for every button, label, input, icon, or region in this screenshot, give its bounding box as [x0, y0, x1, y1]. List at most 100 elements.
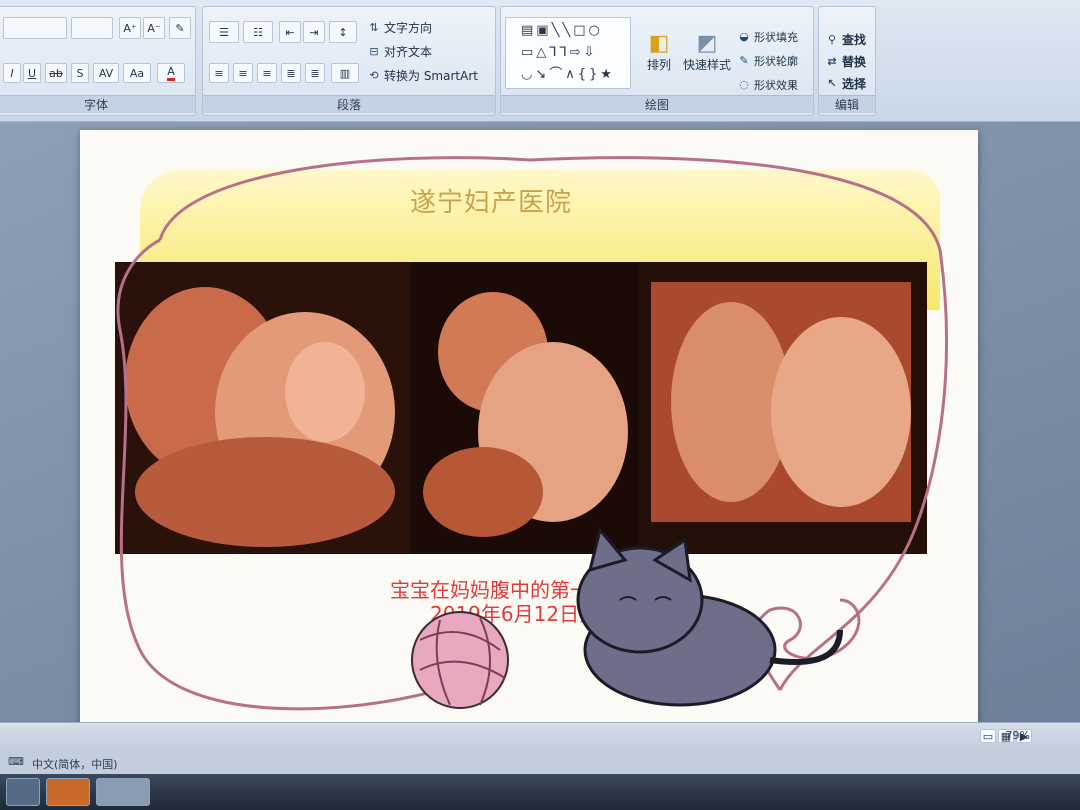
- increase-indent-button[interactable]: ⇥: [303, 21, 325, 43]
- slide-canvas[interactable]: 遂宁妇产医院 宝宝在妈妈腹中的第一张照片 2019年6月12日星期三: [80, 130, 978, 728]
- language-label: 中文(简体，中国): [32, 758, 118, 771]
- text-direction-button[interactable]: ⇅ 文字方向: [367, 19, 432, 36]
- shape-fill-label: 形状填充: [754, 31, 798, 44]
- ime-icon: ⌨: [8, 755, 24, 768]
- bullets-button[interactable]: ☰: [209, 21, 239, 43]
- taskbar-app-2[interactable]: [46, 778, 90, 806]
- ultrasound-image-3[interactable]: [641, 262, 927, 554]
- quick-styles-label: 快速样式: [682, 58, 731, 72]
- shape-effects-button[interactable]: ◌ 形状效果: [737, 77, 798, 93]
- numbering-icon: ☷: [253, 25, 263, 39]
- strikethrough-button[interactable]: ab: [45, 63, 67, 83]
- numbering-button[interactable]: ☷: [243, 21, 273, 43]
- align-left-button[interactable]: ≡: [209, 63, 229, 83]
- normal-view-icon: ▭: [982, 729, 994, 743]
- distributed-button[interactable]: ≣: [305, 63, 325, 83]
- grow-font-icon: A⁺: [123, 21, 137, 35]
- shape-fill-button[interactable]: ◒ 形状填充: [737, 29, 798, 45]
- ultrasound-photo-strip[interactable]: [115, 262, 927, 554]
- pen-icon: ✎: [739, 54, 749, 67]
- increase-indent-icon: ⇥: [309, 25, 319, 39]
- caption-date[interactable]: 2019年6月12日星期三: [430, 598, 639, 627]
- align-right-icon: ≡: [262, 66, 272, 80]
- arrange-icon: ◧: [648, 31, 670, 56]
- editing-group-label: 编辑: [819, 95, 875, 113]
- normal-view-button[interactable]: ▭: [980, 729, 996, 743]
- paragraph-group: ☰ ☷ ⇤ ⇥ ↕ ≡ ≡ ≡ ≣ ≣ ▥ ⇅ 文字方向 ⊟ 对齐文本 ⟲ 转换为 S…: [202, 6, 496, 116]
- text-direction-label: 文字方向: [384, 21, 433, 35]
- strikethrough-icon: ab: [49, 66, 63, 80]
- distributed-icon: ≣: [310, 66, 320, 80]
- align-right-button[interactable]: ≡: [257, 63, 277, 83]
- binoculars-icon: ⚲: [827, 32, 837, 46]
- char-spacing-button[interactable]: AV: [93, 63, 119, 83]
- shape-outline-button[interactable]: ✎ 形状轮廓: [737, 53, 798, 69]
- char-spacing-icon: AV: [98, 66, 114, 80]
- paint-bucket-icon: ◒: [739, 30, 749, 43]
- align-center-icon: ≡: [238, 66, 248, 80]
- shapes-gallery-icons: ▤▣╲╲□○ ▭△⅂⅂⇨⇩ ◡↘⌒∧{}★: [521, 23, 615, 82]
- taskbar-app-1[interactable]: [6, 778, 40, 806]
- language-bar[interactable]: ⌨ 中文(简体，中国): [0, 752, 1080, 774]
- convert-smartart-button[interactable]: ⟲ 转换为 SmartArt: [367, 67, 478, 84]
- find-button[interactable]: ⚲ 查找: [825, 31, 866, 48]
- slide-title[interactable]: 遂宁妇产医院: [410, 182, 572, 219]
- justify-button[interactable]: ≣: [281, 63, 301, 83]
- shape-outline-label: 形状轮廓: [754, 55, 798, 68]
- drawing-group: ▤▣╲╲□○ ▭△⅂⅂⇨⇩ ◡↘⌒∧{}★ ◧ 排列 ◩ 快速样式 ◒ 形状填充 ✎ 形…: [500, 6, 814, 116]
- align-text-label: 对齐文本: [384, 45, 433, 59]
- italic-icon: I: [10, 66, 14, 80]
- columns-button[interactable]: ▥: [331, 63, 359, 83]
- select-button[interactable]: ↖ 选择: [825, 75, 866, 92]
- editing-group: ⚲ 查找 ⇄ 替换 ↖ 选择 编辑: [818, 6, 876, 116]
- underline-button[interactable]: U: [23, 63, 41, 83]
- line-spacing-icon: ↕: [338, 25, 348, 39]
- taskbar: [0, 774, 1080, 810]
- replace-icon: ⇄: [827, 54, 837, 68]
- ultrasound-image-1[interactable]: [115, 262, 410, 554]
- replace-button[interactable]: ⇄ 替换: [825, 53, 866, 70]
- taskbar-app-3[interactable]: [96, 778, 150, 806]
- smartart-icon: ⟲: [369, 68, 379, 82]
- font-color-button[interactable]: A: [157, 63, 185, 83]
- align-text-icon: ⊟: [369, 44, 379, 58]
- line-spacing-button[interactable]: ↕: [329, 21, 357, 43]
- shadow-button[interactable]: S: [71, 63, 89, 83]
- font-size-box[interactable]: [71, 17, 113, 39]
- shrink-font-button[interactable]: A⁻: [143, 17, 165, 39]
- font-group-label: 字体: [0, 95, 195, 113]
- clear-format-button[interactable]: ✎: [169, 17, 191, 39]
- status-bar: ▭ ▦ ▶ 79%: [0, 722, 1080, 752]
- align-text-button[interactable]: ⊟ 对齐文本: [367, 43, 432, 60]
- shapes-gallery[interactable]: ▤▣╲╲□○ ▭△⅂⅂⇨⇩ ◡↘⌒∧{}★: [505, 17, 631, 89]
- underline-icon: U: [27, 66, 37, 80]
- yarn-loops: [753, 598, 861, 691]
- ultrasound-image-2[interactable]: [413, 262, 638, 554]
- columns-icon: ▥: [339, 66, 351, 80]
- shape-effects-label: 形状效果: [754, 79, 798, 92]
- zoom-level[interactable]: 79%: [1006, 729, 1030, 742]
- effects-icon: ◌: [739, 78, 749, 91]
- bullets-icon: ☰: [219, 25, 229, 39]
- cursor-icon: ↖: [827, 76, 837, 90]
- change-case-button[interactable]: Aa: [123, 63, 151, 83]
- italic-button[interactable]: I: [3, 63, 21, 83]
- replace-label: 替换: [842, 55, 867, 69]
- font-name-box[interactable]: [3, 17, 67, 39]
- grow-font-button[interactable]: A⁺: [119, 17, 141, 39]
- eraser-icon: ✎: [175, 21, 185, 35]
- arrange-label: 排列: [646, 58, 671, 72]
- decrease-indent-button[interactable]: ⇤: [279, 21, 301, 43]
- convert-smartart-label: 转换为 SmartArt: [384, 69, 478, 83]
- drawing-group-label: 绘图: [501, 95, 813, 113]
- decrease-indent-icon: ⇤: [285, 25, 295, 39]
- align-center-button[interactable]: ≡: [233, 63, 253, 83]
- arrange-button[interactable]: ◧ 排列: [641, 17, 677, 87]
- font-group: A⁺ A⁻ ✎ I U ab S AV Aa A 字体: [0, 6, 196, 116]
- select-label: 选择: [842, 77, 867, 91]
- quick-styles-icon: ◩: [696, 31, 718, 56]
- quick-styles-button[interactable]: ◩ 快速样式: [679, 17, 735, 87]
- text-direction-icon: ⇅: [369, 20, 379, 34]
- shrink-font-icon: A⁻: [147, 21, 161, 35]
- change-case-icon: Aa: [129, 66, 145, 80]
